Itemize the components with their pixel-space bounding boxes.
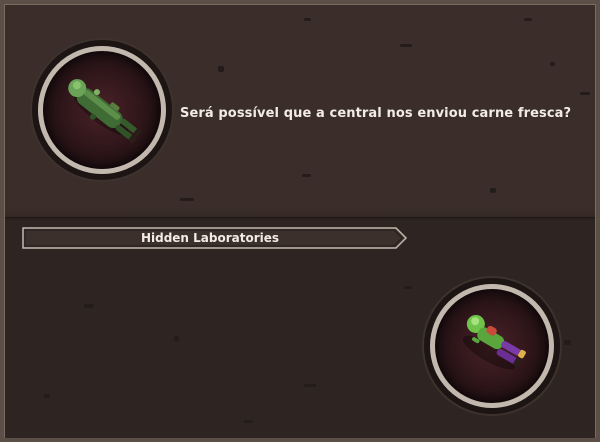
dialogue-text: Será possível que a central nos enviou c… (180, 106, 572, 121)
location-label: Hidden Laboratories (140, 231, 280, 245)
location-banner: Hidden Laboratories (22, 227, 408, 249)
zombie-soldier-portrait-icon (68, 79, 142, 144)
crack-decoration (44, 394, 50, 398)
panel-divider (5, 208, 595, 220)
speaker-portrait (38, 46, 166, 174)
crack-decoration (490, 188, 496, 193)
crack-decoration (400, 44, 412, 47)
crack-decoration (304, 384, 316, 387)
crack-decoration (174, 336, 179, 341)
crack-decoration (218, 66, 224, 72)
crack-decoration (564, 340, 571, 345)
crack-decoration (302, 174, 311, 177)
zombie-survivor-portrait-icon (462, 314, 526, 370)
crack-decoration (580, 92, 590, 95)
crack-decoration (404, 286, 412, 289)
crack-decoration (550, 62, 555, 66)
responder-portrait (430, 284, 554, 408)
crack-decoration (304, 18, 311, 21)
crack-decoration (84, 304, 94, 308)
crack-decoration (180, 198, 194, 201)
crack-decoration (524, 18, 532, 21)
crack-decoration (244, 420, 253, 423)
